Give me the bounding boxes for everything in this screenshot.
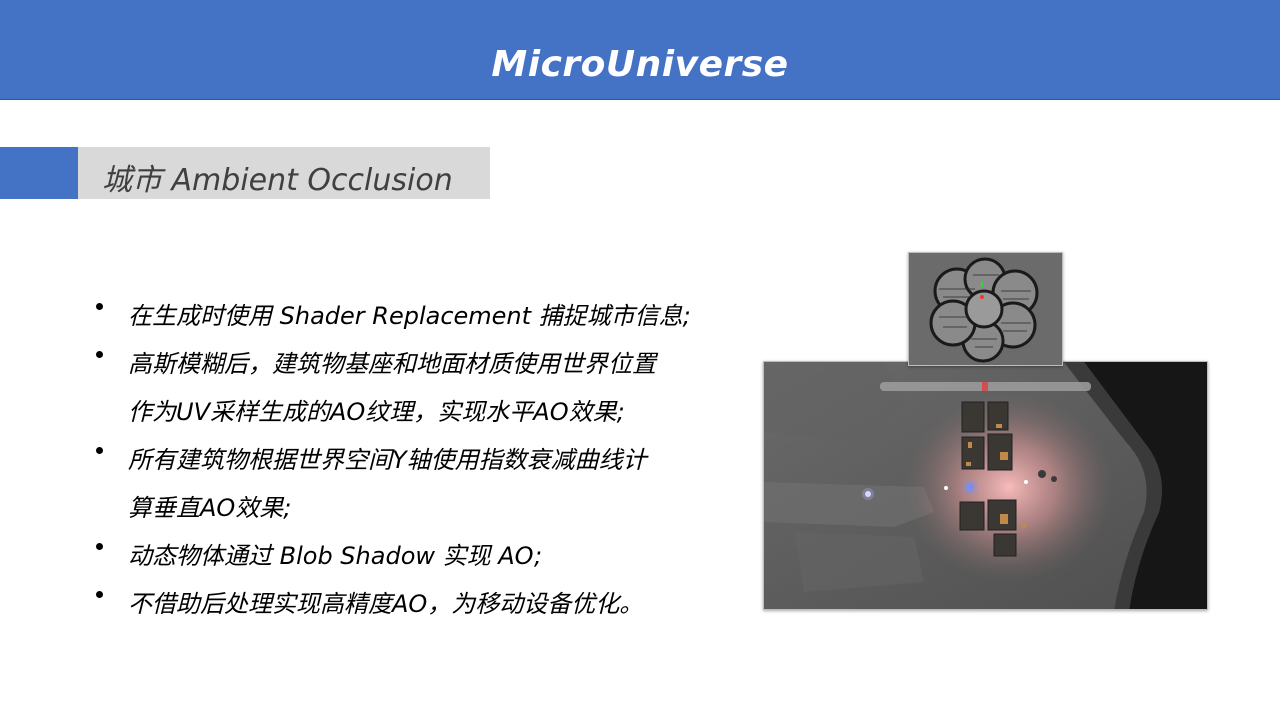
bullet-item: 动态物体通过 Blob Shadow 实现 AO; — [92, 532, 742, 580]
bullet-dot-icon — [96, 543, 103, 550]
slide-title: MicroUniverse — [491, 44, 789, 85]
bullet-dot-icon — [96, 447, 103, 454]
city-ao-screenshot — [763, 361, 1208, 610]
section-header: 城市 Ambient Occlusion — [78, 147, 490, 199]
bullet-text: 动态物体通过 Blob Shadow 实现 AO; — [128, 542, 543, 570]
bullet-item: 不借助后处理实现高精度AO，为移动设备优化。 — [92, 580, 742, 628]
bullet-text-continued: 算垂直AO效果; — [128, 494, 292, 522]
section-accent-block — [0, 147, 78, 199]
city-layout-map-image — [909, 253, 1062, 365]
bullet-dot-icon — [96, 591, 103, 598]
bullet-list: 在生成时使用 Shader Replacement 捕捉城市信息; 高斯模糊后，… — [92, 292, 742, 628]
title-bar: MicroUniverse — [0, 0, 1280, 100]
scroll-track — [880, 382, 1091, 391]
city-scene-image — [764, 362, 1207, 609]
bullet-item: 高斯模糊后，建筑物基座和地面材质使用世界位置 作为UV采样生成的AO纹理，实现水… — [92, 340, 742, 436]
bullet-item: 在生成时使用 Shader Replacement 捕捉城市信息; — [92, 292, 742, 340]
bullet-dot-icon — [96, 303, 103, 310]
bullet-text: 不借助后处理实现高精度AO，为移动设备优化。 — [128, 590, 644, 618]
bullet-text: 高斯模糊后，建筑物基座和地面材质使用世界位置 — [128, 350, 656, 378]
bullet-text-continued: 作为UV采样生成的AO纹理，实现水平AO效果; — [128, 398, 625, 426]
bullet-dot-icon — [96, 351, 103, 358]
bullet-text: 所有建筑物根据世界空间Y轴使用指数衰减曲线计 — [128, 446, 647, 474]
bullet-item: 所有建筑物根据世界空间Y轴使用指数衰减曲线计 算垂直AO效果; — [92, 436, 742, 532]
section-title: 城市 Ambient Occlusion — [102, 163, 453, 198]
bullet-text: 在生成时使用 Shader Replacement 捕捉城市信息; — [128, 302, 691, 330]
minimap-preview — [908, 252, 1063, 366]
